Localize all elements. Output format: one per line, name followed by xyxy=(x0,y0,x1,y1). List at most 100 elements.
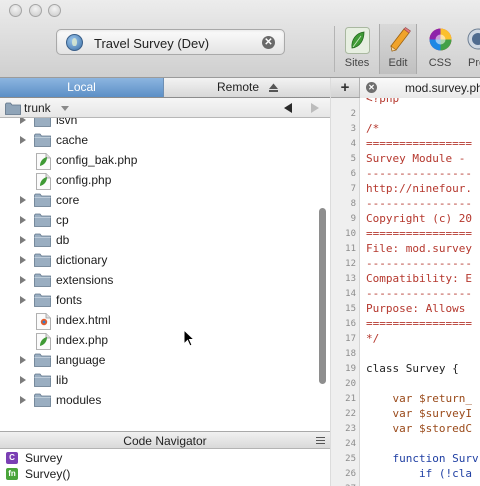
close-window-button[interactable] xyxy=(9,4,22,17)
code-line: var $surveyI xyxy=(366,407,472,420)
line-number: 9 xyxy=(350,214,356,224)
line-number: 22 xyxy=(345,409,356,419)
css-button[interactable]: CSS xyxy=(421,24,459,74)
back-arrow-icon[interactable] xyxy=(284,103,292,113)
disclosure-triangle-icon[interactable] xyxy=(20,296,26,304)
preview-icon xyxy=(467,28,480,50)
code-editor: + ✕ mod.survey.ph 2 3 4 5 6 7 8 9 10 11 12 13 14 15 16… xyxy=(331,78,480,486)
leaf-icon xyxy=(345,27,370,54)
chevron-down-icon[interactable] xyxy=(61,106,69,111)
tab-remote[interactable]: Remote xyxy=(164,78,330,97)
eject-icon[interactable] xyxy=(269,83,278,92)
line-number: 19 xyxy=(345,364,356,374)
code-area[interactable]: <?php /* ================ Survey Module - -… xyxy=(360,98,480,486)
folder-icon xyxy=(34,293,51,310)
toolbar-divider xyxy=(334,26,335,72)
class-icon: C xyxy=(6,452,18,464)
line-number: 17 xyxy=(345,334,356,344)
disclosure-triangle-icon[interactable] xyxy=(20,216,26,224)
disclosure-triangle-icon[interactable] xyxy=(20,236,26,244)
tree-item[interactable]: extensions xyxy=(0,270,316,290)
tab-local[interactable]: Local xyxy=(0,78,164,97)
code-line: ---------------- xyxy=(366,287,472,300)
disclosure-triangle-icon[interactable] xyxy=(20,118,26,124)
file-tree-scrollbar[interactable] xyxy=(319,208,326,384)
disclosure-triangle-icon[interactable] xyxy=(20,356,26,364)
sites-button[interactable]: Sites xyxy=(338,24,376,74)
folder-icon xyxy=(34,353,51,370)
color-wheel-icon xyxy=(429,28,452,51)
tree-item[interactable]: cp xyxy=(0,210,316,230)
disclosure-triangle-icon[interactable] xyxy=(20,256,26,264)
tree-item-label: dictionary xyxy=(56,253,108,267)
tree-item[interactable]: config_bak.php xyxy=(0,150,316,170)
file-browser-panel: Local Remote trunk lsvn cache config_bak.p… xyxy=(0,78,330,486)
tree-item[interactable]: fonts xyxy=(0,290,316,310)
forward-arrow-icon[interactable] xyxy=(311,103,319,113)
folder-icon xyxy=(34,118,51,130)
tree-item[interactable]: db xyxy=(0,230,316,250)
tree-item[interactable]: index.html xyxy=(0,310,316,330)
line-number: 4 xyxy=(350,139,356,149)
line-number-gutter: 2 3 4 5 6 7 8 9 10 11 12 13 14 15 16 17 18 19 20 21 22 23 24 25… xyxy=(331,98,360,486)
line-number: 6 xyxy=(350,169,356,179)
tree-item[interactable]: config.php xyxy=(0,170,316,190)
code-line: if (!cla xyxy=(366,467,472,480)
minimize-window-button[interactable] xyxy=(29,4,42,17)
line-number: 21 xyxy=(345,394,356,404)
editor-tab[interactable]: ✕ mod.survey.ph xyxy=(360,78,480,98)
disclosure-triangle-icon[interactable] xyxy=(20,396,26,404)
tree-item[interactable]: modules xyxy=(0,390,316,410)
tab-remote-label: Remote xyxy=(217,80,260,94)
line-number: 11 xyxy=(345,244,356,254)
disclosure-triangle-icon[interactable] xyxy=(20,276,26,284)
menu-icon[interactable] xyxy=(316,437,325,444)
folder-icon xyxy=(34,233,51,250)
line-number: 2 xyxy=(350,109,356,119)
code-navigator-item[interactable]: fn Survey() xyxy=(0,466,330,482)
code-line: */ xyxy=(366,332,380,345)
line-number: 13 xyxy=(345,274,356,284)
tree-item-label: index.php xyxy=(56,333,109,347)
code-line: File: mod.survey xyxy=(366,242,472,255)
code-line: class Survey { xyxy=(366,362,459,375)
site-selector[interactable]: Travel Survey (Dev) ✕ xyxy=(56,29,285,55)
code-line: ---------------- xyxy=(366,197,472,210)
tree-item[interactable]: index.php xyxy=(0,330,316,350)
disclosure-triangle-icon[interactable] xyxy=(20,376,26,384)
current-path[interactable]: trunk xyxy=(24,101,51,115)
code-line: Compatibility: E xyxy=(366,272,472,285)
pencil-icon xyxy=(390,27,411,52)
location-tabs: Local Remote xyxy=(0,78,330,98)
tree-item[interactable]: language xyxy=(0,350,316,370)
code-navigator-title: Code Navigator xyxy=(123,434,207,448)
editor-tab-bar: + ✕ mod.survey.ph xyxy=(331,78,480,98)
edit-button[interactable]: Edit xyxy=(379,24,417,74)
line-number: 8 xyxy=(350,199,356,209)
code-line: ---------------- xyxy=(366,167,472,180)
close-tab-icon[interactable]: ✕ xyxy=(366,82,377,93)
zoom-window-button[interactable] xyxy=(48,4,61,17)
code-line: <?php xyxy=(366,98,400,105)
disclosure-triangle-icon[interactable] xyxy=(20,136,26,144)
tree-item[interactable]: lib xyxy=(0,370,316,390)
line-number: 15 xyxy=(345,304,356,314)
tree-item[interactable]: cache xyxy=(0,130,316,150)
line-number: 25 xyxy=(345,454,356,464)
code-navigator-item[interactable]: C Survey xyxy=(0,450,330,466)
code-line: ================ xyxy=(366,137,472,150)
folder-icon xyxy=(34,373,51,390)
folder-icon xyxy=(34,253,51,270)
tree-item[interactable]: lsvn xyxy=(0,118,316,130)
disclosure-triangle-icon[interactable] xyxy=(20,196,26,204)
code-navigator-header: Code Navigator xyxy=(0,431,330,449)
line-number: 5 xyxy=(350,154,356,164)
code-line: http://ninefour. xyxy=(366,182,472,195)
clear-icon[interactable]: ✕ xyxy=(262,36,275,49)
code-line: Survey Module - xyxy=(366,152,472,165)
new-tab-button[interactable]: + xyxy=(331,78,360,97)
tree-item[interactable]: dictionary xyxy=(0,250,316,270)
preview-button[interactable]: Pre xyxy=(462,24,480,74)
folder-icon xyxy=(34,213,51,230)
tree-item[interactable]: core xyxy=(0,190,316,210)
